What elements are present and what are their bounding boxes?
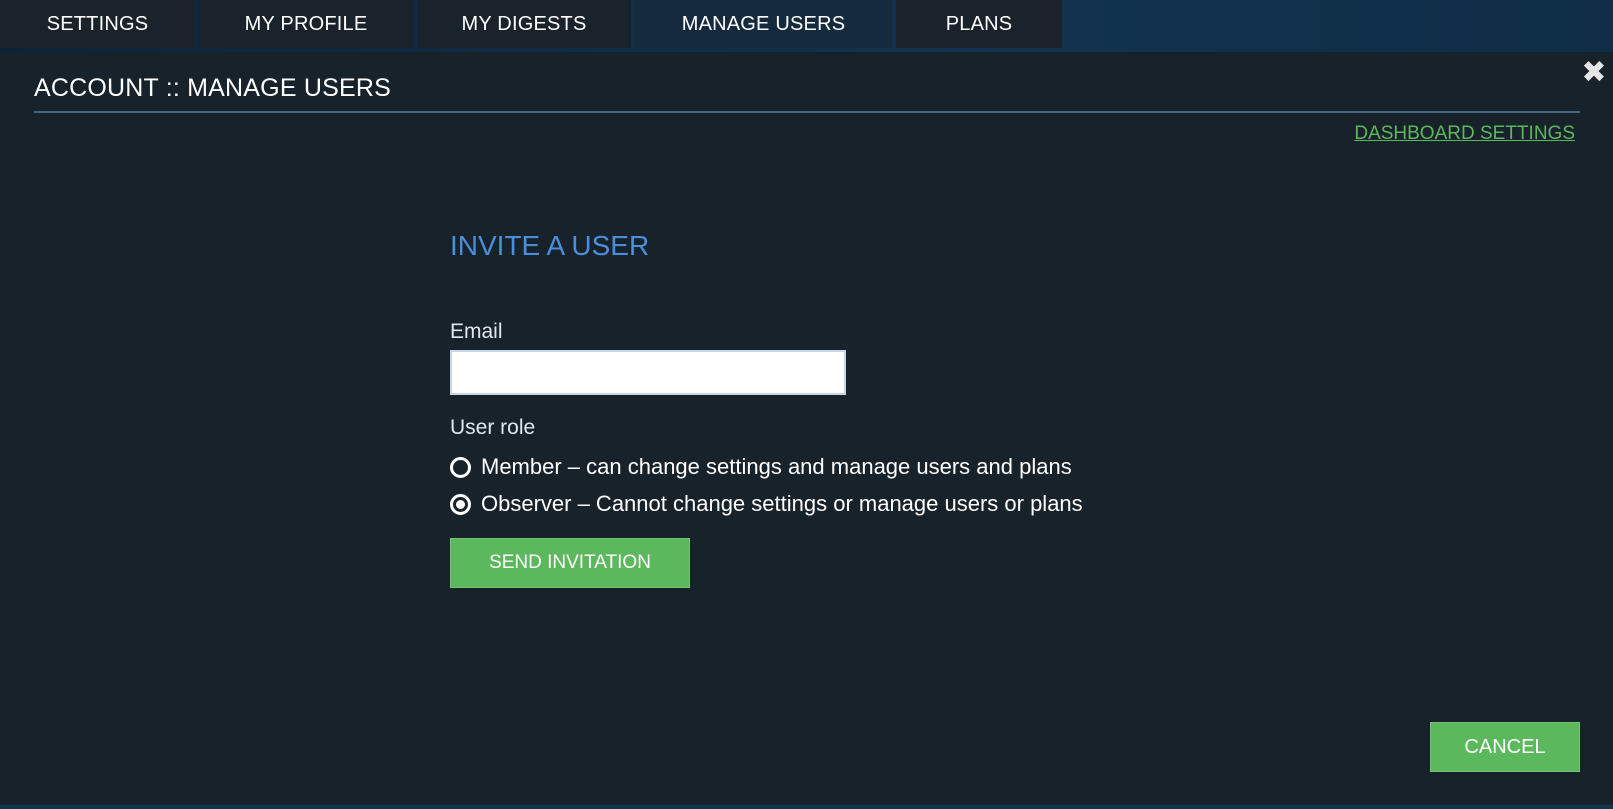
send-invitation-button[interactable]: SEND INVITATION bbox=[450, 538, 690, 588]
title-divider bbox=[34, 111, 1580, 113]
manage-users-panel: ACCOUNT :: MANAGE USERS ✖ DASHBOARD SETT… bbox=[0, 52, 1613, 805]
user-role-label: User role bbox=[450, 416, 536, 439]
email-label: Email bbox=[450, 320, 503, 343]
role-option-observer[interactable]: Observer – Cannot change settings or man… bbox=[450, 491, 1083, 517]
tab-my-digests[interactable]: MY DIGESTS bbox=[417, 0, 631, 48]
tab-plans[interactable]: PLANS bbox=[896, 0, 1062, 48]
cancel-button[interactable]: CANCEL bbox=[1430, 722, 1580, 772]
page: SETTINGS MY PROFILE MY DIGESTS MANAGE US… bbox=[0, 0, 1613, 809]
role-observer-label: Observer – Cannot change settings or man… bbox=[481, 491, 1083, 516]
tab-settings[interactable]: SETTINGS bbox=[0, 0, 195, 48]
radio-member[interactable] bbox=[450, 456, 471, 478]
role-option-member[interactable]: Member – can change settings and manage … bbox=[450, 454, 1072, 480]
invite-user-form: INVITE A USER Email User role Member – c… bbox=[450, 230, 1150, 588]
tab-manage-users[interactable]: MANAGE USERS bbox=[635, 0, 892, 48]
close-icon[interactable]: ✖ bbox=[1581, 58, 1607, 88]
dashboard-settings-link[interactable]: DASHBOARD SETTINGS bbox=[1354, 123, 1575, 145]
email-field[interactable] bbox=[450, 350, 846, 395]
page-title: ACCOUNT :: MANAGE USERS bbox=[34, 74, 391, 102]
role-member-label: Member – can change settings and manage … bbox=[481, 454, 1072, 479]
tab-bar: SETTINGS MY PROFILE MY DIGESTS MANAGE US… bbox=[0, 0, 1066, 48]
tab-my-profile[interactable]: MY PROFILE bbox=[199, 0, 413, 48]
invite-heading: INVITE A USER bbox=[450, 230, 650, 261]
radio-observer[interactable] bbox=[450, 493, 471, 515]
bottom-strip bbox=[0, 805, 1613, 809]
